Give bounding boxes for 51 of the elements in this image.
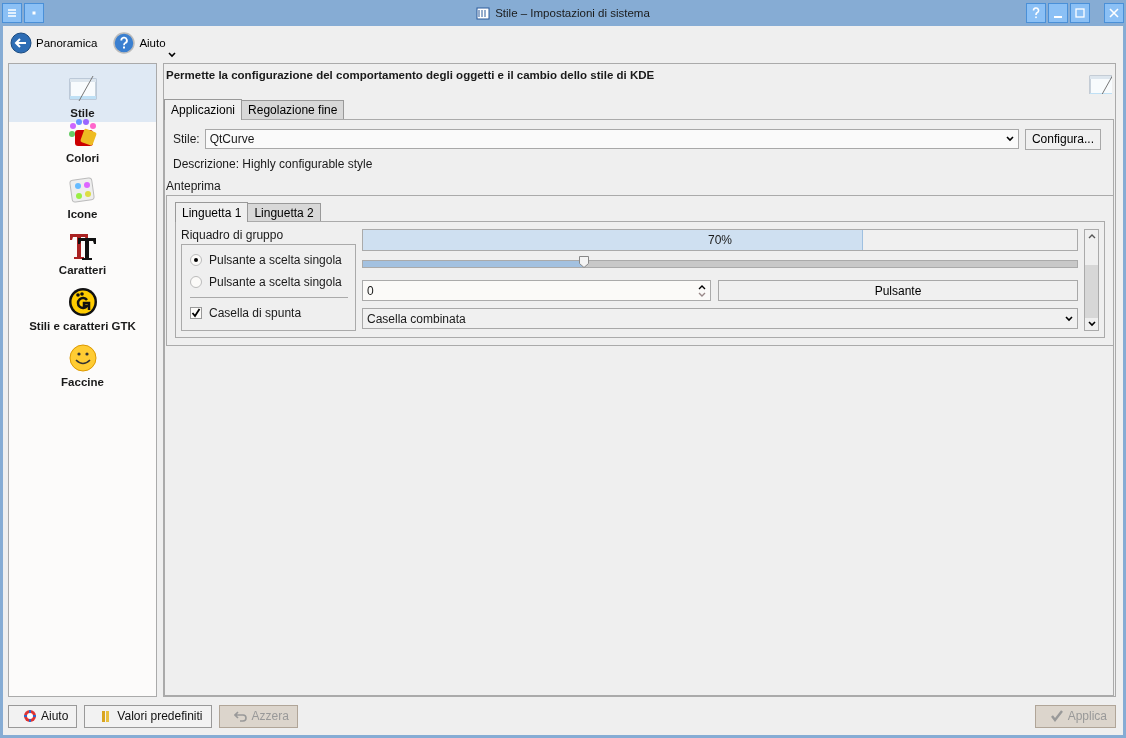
smiley-icon — [66, 342, 99, 374]
preview-label: Anteprima — [166, 179, 222, 193]
progress-bar: 70% — [362, 229, 1078, 251]
sidebar-item[interactable]: Faccine — [9, 346, 156, 391]
tab[interactable]: Regolazione fine — [241, 100, 345, 119]
window-title: Stile – Impostazioni di sistema — [495, 7, 650, 19]
spin-box[interactable]: 0 — [362, 280, 711, 301]
checkbox[interactable]: Casella di spunta — [190, 302, 348, 324]
tab[interactable]: Applicazioni — [164, 99, 243, 120]
maximize-button[interactable] — [1070, 3, 1090, 23]
push-button[interactable]: Pulsante — [718, 280, 1078, 301]
group-box-title: Riquadro di gruppo — [181, 229, 285, 244]
tab[interactable]: Linguetta 2 — [247, 203, 321, 221]
close-button[interactable] — [1104, 3, 1124, 23]
settings-app-icon — [476, 6, 491, 20]
tab[interactable]: Linguetta 1 — [175, 202, 249, 222]
sidebar-item[interactable]: Stile — [9, 64, 156, 122]
spin-arrows-icon — [698, 284, 706, 297]
scrollbar[interactable] — [1084, 229, 1099, 331]
configure-button[interactable]: Configura... — [1024, 128, 1101, 150]
lifebuoy-icon — [23, 709, 37, 723]
help-button[interactable]: Aiuto — [8, 704, 78, 728]
sidebar-item[interactable]: Colori — [9, 122, 156, 167]
caret-icon — [1005, 136, 1014, 142]
radio-button[interactable]: Pulsante a scelta singola — [190, 271, 348, 293]
radio-button[interactable]: Pulsante a scelta singola — [190, 249, 348, 271]
sidebar-item[interactable]: Caratteri — [9, 234, 156, 279]
help-button[interactable] — [1026, 3, 1046, 23]
style-dropdown[interactable]: QtCurve — [204, 129, 1019, 149]
sidebar-item[interactable]: Stili e caratteri GTK — [9, 290, 156, 335]
maximize-icon — [1075, 8, 1085, 18]
checkmark-icon — [1049, 709, 1064, 723]
help-button[interactable]: Aiuto — [111, 30, 178, 56]
close-icon — [1109, 8, 1119, 18]
defaults-button[interactable]: Valori predefiniti — [84, 704, 212, 728]
menu-icon — [7, 8, 17, 18]
question-icon — [1031, 7, 1041, 19]
undo-icon — [233, 709, 248, 723]
minimize-icon — [1054, 16, 1062, 18]
check-icon — [191, 308, 201, 318]
caret-icon — [1065, 315, 1073, 322]
style-label: Stile: — [173, 132, 200, 146]
minimize-button[interactable] — [1048, 3, 1068, 23]
sidebar-item[interactable]: Icone — [9, 178, 156, 223]
page-description: Permette la configurazione del comportamento degli oggetti e il cambio dello stile di KDE — [166, 69, 655, 81]
style-description: Descrizione: Highly configurable style — [173, 156, 374, 173]
window-menu-button[interactable] — [2, 3, 22, 23]
help-icon — [113, 32, 136, 54]
pin-button[interactable] — [24, 3, 44, 23]
back-button[interactable]: Panoramica — [8, 30, 100, 56]
combo-box[interactable]: Casella combinata — [362, 308, 1078, 329]
